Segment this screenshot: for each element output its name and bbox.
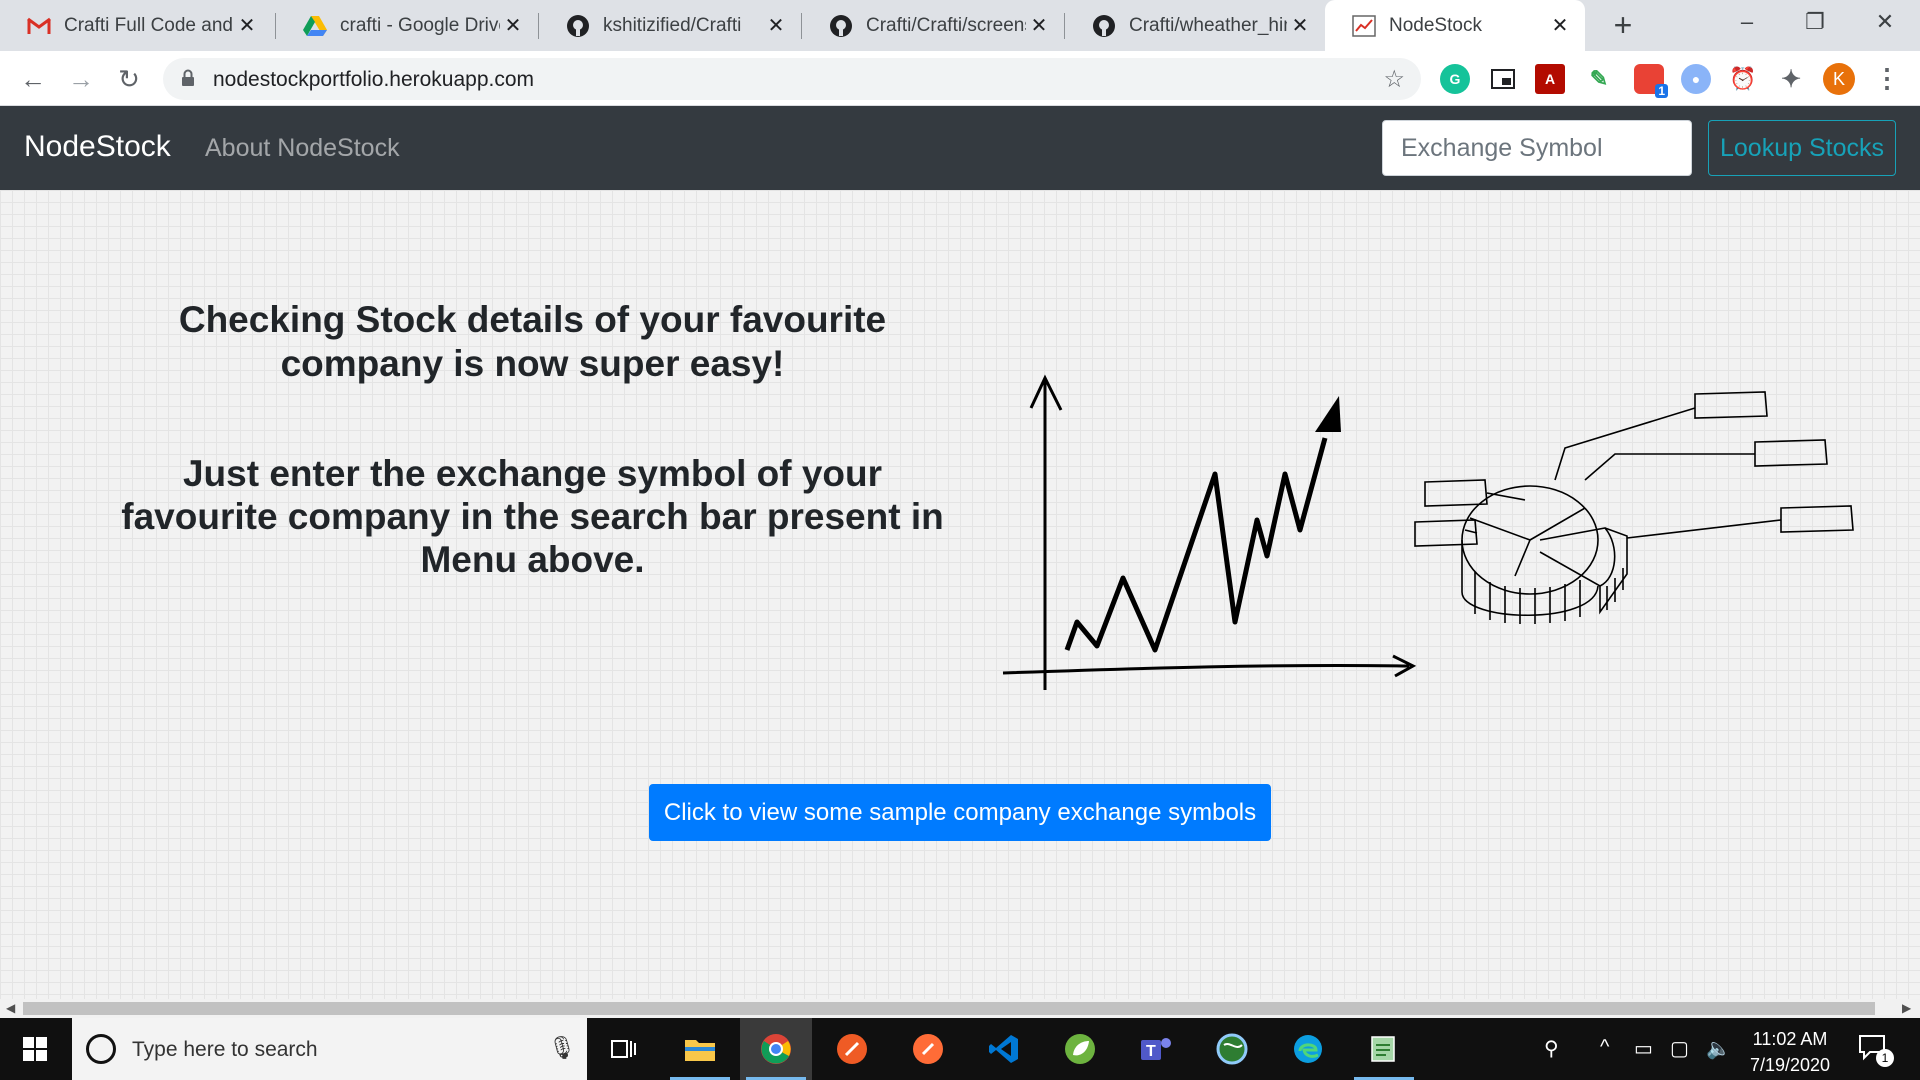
grammarly-icon[interactable]: G	[1440, 64, 1470, 94]
windows-start-icon[interactable]	[0, 1018, 70, 1080]
tab-title: Crafti/wheather_hind	[1129, 14, 1287, 36]
extension-badge-count: 1	[1655, 84, 1668, 98]
exchange-symbol-input[interactable]	[1382, 120, 1692, 176]
action-center-icon[interactable]: 1	[1858, 1033, 1894, 1067]
tab-title: crafti - Google Drive	[340, 14, 500, 36]
scroll-right-icon[interactable]: ▶	[1902, 1001, 1911, 1015]
alarm-clock-icon[interactable]: ⏰	[1728, 64, 1758, 94]
volume-muted-icon[interactable]: 🔈	[1706, 1036, 1731, 1061]
tab-title: Crafti/Crafti/screensh	[866, 14, 1026, 36]
about-nodestock-link[interactable]: About NodeStock	[205, 134, 400, 163]
postman-icon[interactable]	[816, 1018, 888, 1080]
nodestock-favicon	[1351, 13, 1377, 39]
browser-tab[interactable]: Crafti/Crafti/screensh ✕	[802, 0, 1064, 51]
github-icon	[565, 13, 591, 39]
main-content: Checking Stock details of your favourite…	[0, 190, 1920, 999]
browser-tab[interactable]: Crafti/wheather_hind ✕	[1065, 0, 1325, 51]
picture-in-picture-icon[interactable]	[1488, 64, 1518, 94]
tab-title: kshitizified/Crafti	[603, 14, 742, 36]
bulb-icon[interactable]: ●	[1681, 64, 1711, 94]
navbar-brand[interactable]: NodeStock	[24, 130, 171, 164]
browser-tab[interactable]: crafti - Google Drive ✕	[276, 0, 538, 51]
lookup-stocks-button[interactable]: Lookup Stocks	[1708, 120, 1896, 176]
gmail-icon	[26, 13, 52, 39]
browser-tab[interactable]: kshitizified/Crafti ✕	[539, 0, 801, 51]
clock-date: 7/19/2020	[1749, 1055, 1831, 1075]
microphone-icon[interactable]: 🎙	[548, 1035, 576, 1061]
eyedropper-icon[interactable]: ✎	[1584, 64, 1614, 94]
restore-icon[interactable]: ❐	[1782, 0, 1848, 44]
close-icon[interactable]: ✕	[500, 13, 526, 38]
minimize-icon[interactable]: –	[1714, 0, 1780, 44]
scrollbar-thumb[interactable]	[23, 1002, 1875, 1015]
spring-tools-icon[interactable]	[1044, 1018, 1116, 1080]
chrome-icon[interactable]	[740, 1018, 812, 1080]
show-hidden-icons-chevron[interactable]: ^	[1600, 1036, 1609, 1059]
browser-tab[interactable]: Crafti Full Code and S ✕	[0, 0, 272, 51]
pdf-icon[interactable]: A	[1535, 64, 1565, 94]
vscode-icon[interactable]	[968, 1018, 1040, 1080]
scroll-left-icon[interactable]: ◀	[6, 1001, 15, 1015]
instruction-text: Just enter the exchange symbol of your f…	[121, 453, 944, 580]
stock-growth-illustration	[1002, 374, 1854, 690]
file-explorer-icon[interactable]	[664, 1018, 736, 1080]
close-icon[interactable]: ✕	[1547, 13, 1573, 38]
taskbar-clock[interactable]: 11:02 AM 7/19/2020	[1735, 1026, 1845, 1078]
taskbar-search-box[interactable]: Type here to search 🎙	[72, 1018, 587, 1080]
horizontal-scrollbar[interactable]: ◀ ▶	[0, 999, 1920, 1018]
teams-icon[interactable]: T	[1120, 1018, 1192, 1080]
close-icon[interactable]: ✕	[1026, 13, 1052, 38]
task-view-icon[interactable]	[588, 1018, 660, 1080]
bookmark-star-icon[interactable]: ☆	[1383, 65, 1405, 94]
lock-icon	[181, 69, 195, 92]
profile-avatar[interactable]: K	[1823, 63, 1855, 95]
github-icon	[828, 13, 854, 39]
close-icon[interactable]: ✕	[763, 13, 789, 38]
close-icon[interactable]: ✕	[1287, 13, 1313, 38]
extensions-puzzle-icon[interactable]: ✦	[1776, 64, 1806, 94]
reload-icon[interactable]: ↻	[110, 60, 148, 98]
headline: Checking Stock details of your favourite…	[178, 299, 887, 384]
battery-icon[interactable]: ▭	[1634, 1036, 1653, 1061]
google-drive-icon	[302, 13, 328, 39]
back-icon[interactable]: ←	[14, 60, 52, 98]
tab-title: NodeStock	[1389, 14, 1482, 36]
browser-tab-strip: Crafti Full Code and S ✕ crafti - Google…	[0, 0, 1920, 51]
network-icon[interactable]: ▢	[1670, 1036, 1689, 1061]
sample-symbols-button[interactable]: Click to view some sample company exchan…	[649, 784, 1271, 841]
notification-count: 1	[1876, 1049, 1894, 1067]
github-icon	[1091, 13, 1117, 39]
new-tab-button[interactable]: +	[1605, 8, 1641, 44]
windows-taskbar: Type here to search 🎙 T ⚲ ^ ▭ ▢ 🔈 11:02 …	[0, 1018, 1920, 1080]
globe-icon[interactable]	[1196, 1018, 1268, 1080]
cortana-icon	[86, 1034, 116, 1064]
taskbar-search-placeholder: Type here to search	[132, 1038, 318, 1061]
tab-title: Crafti Full Code and S	[64, 14, 234, 36]
url-text: nodestockportfolio.herokuapp.com	[213, 68, 535, 91]
extension-badge-icon[interactable]: 1	[1634, 64, 1668, 98]
browser-toolbar: ← → ↻ nodestockportfolio.herokuapp.com ☆…	[0, 51, 1920, 106]
browser-menu-icon[interactable]: ⋮	[1874, 63, 1900, 95]
people-icon[interactable]: ⚲	[1544, 1036, 1559, 1061]
site-navbar: NodeStock About NodeStock Lookup Stocks	[0, 106, 1920, 190]
browser-tab-active[interactable]: NodeStock ✕	[1325, 0, 1585, 51]
clock-time: 11:02 AM	[1752, 1029, 1828, 1049]
close-icon[interactable]: ✕	[234, 13, 260, 38]
close-window-icon[interactable]: ✕	[1852, 0, 1918, 44]
edge-icon[interactable]	[1272, 1018, 1344, 1080]
notepad-icon[interactable]	[1348, 1018, 1420, 1080]
address-bar[interactable]: nodestockportfolio.herokuapp.com ☆	[163, 58, 1421, 100]
postman-app-icon[interactable]	[892, 1018, 964, 1080]
svg-text:T: T	[1146, 1043, 1156, 1060]
forward-icon[interactable]: →	[62, 60, 100, 98]
